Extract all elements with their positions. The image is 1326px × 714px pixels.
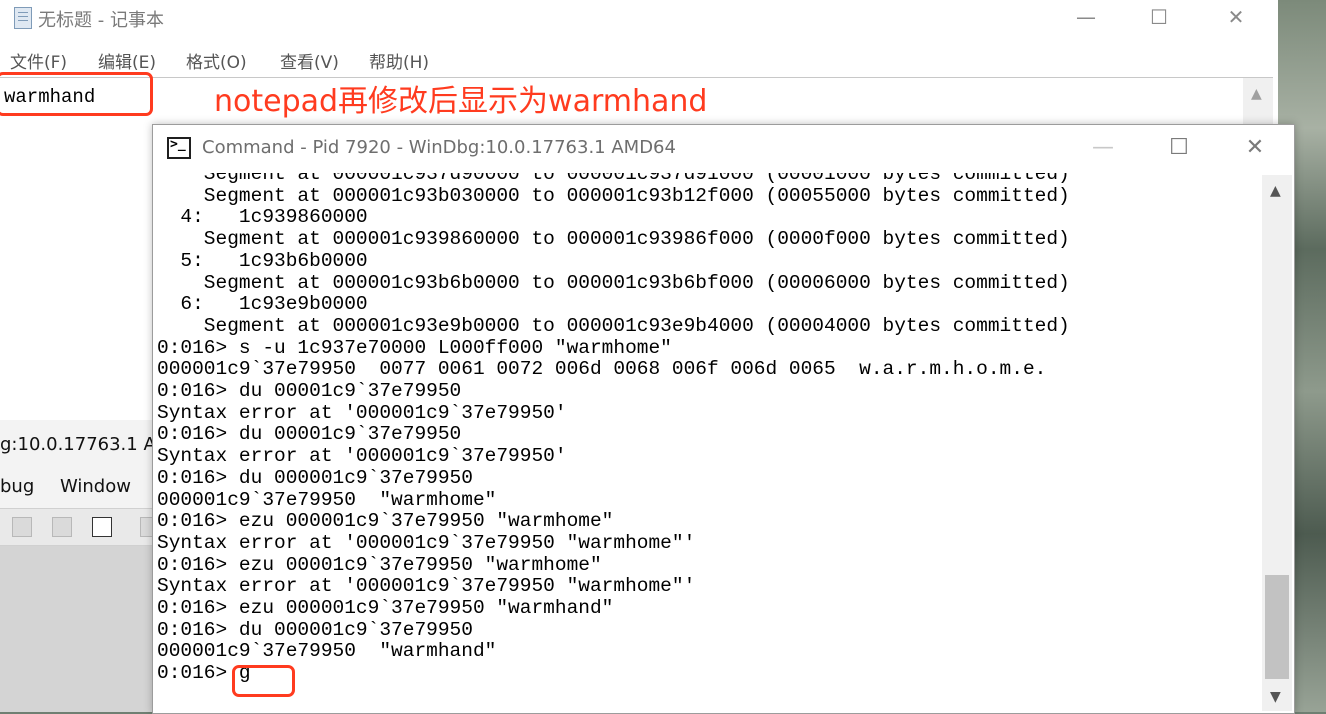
command-line: Segment at 000001c93b030000 to 000001c93… xyxy=(157,184,1070,207)
minimize-button[interactable]: — xyxy=(1081,133,1125,163)
highlight-notepad-content xyxy=(0,72,153,116)
menu-view[interactable]: 查看(V) xyxy=(280,48,339,73)
command-line: 0:016> ezu 000001c9`37e79950 "warmhand" xyxy=(157,597,614,620)
notepad-titlebar: 无标题 - 记事本 — ☐ ✕ xyxy=(0,0,1278,36)
menu-debug[interactable]: bug xyxy=(0,476,34,497)
notepad-icon xyxy=(14,7,32,29)
command-title: Command - Pid 7920 - WinDbg:10.0.17763.1… xyxy=(202,137,676,158)
toolbar-disabled-icon[interactable] xyxy=(52,517,72,537)
command-line: Syntax error at '000001c9`37e79950 "warm… xyxy=(157,575,696,598)
command-window: Command - Pid 7920 - WinDbg:10.0.17763.1… xyxy=(152,124,1295,714)
scroll-up-icon[interactable]: ▲ xyxy=(1251,86,1262,102)
command-scrollbar[interactable]: ▲ ▼ xyxy=(1262,175,1292,711)
windbg-workspace xyxy=(0,546,160,712)
annotation-text: notepad再修改后显示为warmhand xyxy=(214,84,708,119)
menu-help[interactable]: 帮助(H) xyxy=(369,48,429,73)
command-line: 0:016> ezu 00001c9`37e79950 "warmhome" xyxy=(157,553,602,576)
command-line: 5: 1c93b6b0000 xyxy=(157,249,368,272)
command-line: 6: 1c93e9b0000 xyxy=(157,293,368,316)
close-button[interactable]: ✕ xyxy=(1233,133,1277,163)
command-line: 000001c9`37e79950 0077 0061 0072 006d 00… xyxy=(157,358,1047,381)
highlight-g-command xyxy=(232,665,295,697)
command-line: Syntax error at '000001c9`37e79950' xyxy=(157,401,567,424)
command-line: 0:016> du 000001c9`37e79950 xyxy=(157,466,473,489)
command-line: 0:016> du 00001c9`37e79950 xyxy=(157,380,462,403)
command-line: Syntax error at '000001c9`37e79950 "warm… xyxy=(157,531,696,554)
minimize-button[interactable]: — xyxy=(1064,3,1108,31)
scroll-up-icon[interactable]: ▲ xyxy=(1270,183,1281,199)
console-icon xyxy=(167,137,191,159)
windbg-main-window: g:10.0.17763.1 A bug Window xyxy=(0,420,160,712)
notepad-title: 无标题 - 记事本 xyxy=(38,10,164,31)
command-line: 0:016> du 00001c9`37e79950 xyxy=(157,423,462,446)
close-button[interactable]: ✕ xyxy=(1214,3,1258,31)
command-line: 0:016> du 000001c9`37e79950 xyxy=(157,618,473,641)
command-line: 000001c9`37e79950 "warmhand" xyxy=(157,640,497,663)
menu-window[interactable]: Window xyxy=(60,476,131,497)
command-line: 0:016> ezu 000001c9`37e79950 "warmhome" xyxy=(157,510,614,533)
command-line: Segment at 000001c93e9b0000 to 000001c93… xyxy=(157,314,1070,337)
toolbar-disabled-icon[interactable] xyxy=(12,517,32,537)
toolbar-source-icon[interactable] xyxy=(92,517,112,537)
maximize-button[interactable]: ☐ xyxy=(1157,133,1201,163)
scrollbar-thumb[interactable] xyxy=(1265,575,1289,679)
notepad-menubar: 文件(F) 编辑(E) 格式(O) 查看(V) 帮助(H) xyxy=(0,44,1278,73)
command-line: Segment at 000001c93b6b0000 to 000001c93… xyxy=(157,271,1070,294)
command-titlebar: Command - Pid 7920 - WinDbg:10.0.17763.1… xyxy=(153,125,1294,171)
command-line: 0:016> s -u 1c937e70000 L000ff000 "warmh… xyxy=(157,336,672,359)
command-output[interactable]: Segment at 000001c937d90000 to 000001c93… xyxy=(157,173,1261,711)
menu-edit[interactable]: 编辑(E) xyxy=(98,48,156,73)
command-line: Syntax error at '000001c9`37e79950' xyxy=(157,445,567,468)
command-line: Segment at 000001c939860000 to 000001c93… xyxy=(157,228,1070,251)
command-line: 000001c9`37e79950 "warmhome" xyxy=(157,488,497,511)
windbg-title-fragment: g:10.0.17763.1 A xyxy=(0,434,156,455)
command-line: Segment at 000001c937d90000 to 000001c93… xyxy=(157,173,1070,185)
menu-file[interactable]: 文件(F) xyxy=(10,48,67,73)
scroll-down-icon[interactable]: ▼ xyxy=(1270,689,1281,705)
menu-format[interactable]: 格式(O) xyxy=(186,48,247,73)
command-output-lines: Segment at 000001c937d90000 to 000001c93… xyxy=(157,173,1070,685)
windbg-toolbar xyxy=(0,508,160,546)
maximize-button[interactable]: ☐ xyxy=(1137,3,1181,31)
command-line: 4: 1c939860000 xyxy=(157,206,368,229)
